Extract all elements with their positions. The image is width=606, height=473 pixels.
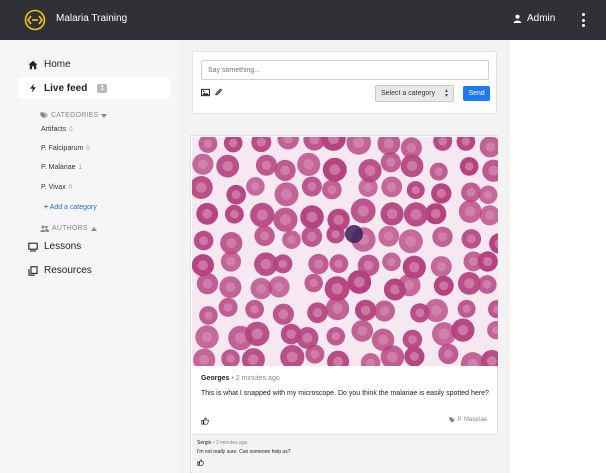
count-badge: 1 (97, 83, 108, 93)
sidebar: Home Live feed 1 CATEGORIES Artifacts 0 P… (0, 40, 180, 473)
categories-heading: CATEGORIES (51, 112, 99, 119)
post-author: Georges (201, 375, 230, 382)
category-select[interactable]: Select a category ▴ ▾ (375, 85, 454, 102)
tags-icon (40, 112, 48, 119)
category-count: 0 (86, 146, 90, 152)
category-select-value: Select a category (381, 90, 436, 97)
category-label: P. Vivax (41, 184, 66, 191)
category-item-p-vivax[interactable]: P. Vivax 0 (41, 184, 72, 191)
say-something-input[interactable] (201, 60, 489, 80)
categories-toggle[interactable]: CATEGORIES (40, 112, 108, 119)
post-text: This is what I snapped with my microscop… (201, 390, 489, 397)
user-icon (513, 14, 522, 23)
thumbs-up-icon[interactable] (201, 417, 209, 425)
top-bar: Malaria Training Admin (0, 0, 606, 40)
category-count: 0 (68, 185, 72, 191)
add-category-label: Add a category (49, 204, 97, 211)
comment-text: I'm not really sure. Can someone help us… (197, 449, 291, 455)
post-category-tag[interactable]: P. Malariae (449, 417, 487, 423)
category-label: Artifacts (41, 126, 67, 133)
category-item-p-malariae[interactable]: P. Malariae 1 (41, 164, 82, 171)
category-item-p-falciparum[interactable]: P. Falciparum 0 (41, 145, 90, 152)
sidebar-item-label: Lessons (44, 241, 82, 252)
post-composer: Select a category ▴▾ Send (192, 51, 497, 114)
category-count: 1 (78, 165, 82, 171)
user-menu-button[interactable]: Admin (513, 13, 555, 24)
post-meta: Georges • 2 minutes ago (201, 375, 280, 382)
category-label: P. Malariae (41, 164, 76, 171)
sidebar-item-label: Resources (44, 265, 92, 276)
home-icon (28, 60, 38, 69)
bolt-icon (30, 83, 36, 93)
add-category-link[interactable]: + Add a category (44, 204, 97, 211)
sidebar-item-label: Live feed (44, 82, 88, 94)
tag-icon (449, 417, 456, 423)
caret-down-icon (101, 113, 108, 118)
presentation-icon (28, 242, 38, 252)
authors-toggle[interactable]: AUTHORS (40, 225, 97, 232)
post-tag-label: P. Malariae (457, 417, 487, 423)
feed-post: Georges • 2 minutes ago This is what I s… (190, 135, 498, 473)
app-title: Malaria Training (56, 13, 128, 24)
post-image[interactable] (192, 137, 498, 366)
category-label: P. Falciparum (41, 145, 84, 152)
plus-icon: + (44, 204, 49, 211)
brackets-logo-icon[interactable] (24, 9, 46, 31)
authors-heading: AUTHORS (52, 225, 88, 232)
blood-smear-image (192, 137, 498, 366)
category-item-artifacts[interactable]: Artifacts 0 (41, 126, 73, 133)
post-time: 2 minutes ago (235, 375, 280, 382)
category-count: 0 (69, 127, 73, 133)
sidebar-item-label: Home (44, 59, 71, 70)
paperclip-icon[interactable] (214, 88, 223, 97)
sidebar-item-home[interactable]: Home (28, 59, 71, 70)
comment-meta: Sergio • 2 minutes ago (197, 440, 248, 446)
sidebar-item-lessons[interactable]: Lessons (28, 241, 81, 252)
right-pane (510, 40, 606, 473)
copy-icon (28, 265, 38, 276)
users-icon (40, 225, 49, 232)
more-vertical-icon[interactable] (578, 11, 588, 29)
comment-time: 2 minutes ago (215, 440, 248, 446)
thumbs-up-icon[interactable] (197, 459, 204, 466)
image-icon[interactable] (201, 88, 210, 97)
caret-up-icon (90, 226, 97, 231)
user-name: Admin (527, 13, 556, 24)
sidebar-item-resources[interactable]: Resources (28, 265, 92, 276)
send-button[interactable]: Send (463, 86, 490, 101)
comment-author: Sergio (197, 440, 212, 446)
sidebar-item-live-feed[interactable]: Live feed 1 (18, 77, 170, 99)
select-arrows-icon: ▴ ▾ (444, 88, 448, 99)
comment: Sergio • 2 minutes ago I'm not really su… (192, 434, 498, 473)
